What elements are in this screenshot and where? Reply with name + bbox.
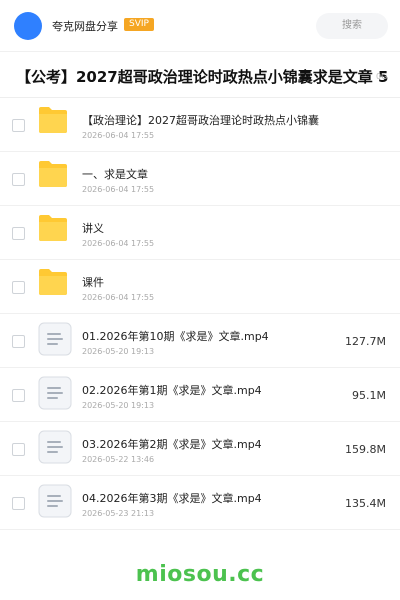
file-size: 127.7M [345, 335, 386, 348]
folder-row[interactable]: 讲义 2026-06-04 17:55 [0, 206, 400, 260]
folder-icon [38, 106, 72, 140]
file-date: 2026-05-20 19:13 [82, 347, 155, 356]
page-title: 【公考】2027超哥政治理论时政热点小锦囊求是文章 5 [16, 68, 389, 86]
video-file-icon [38, 484, 72, 518]
file-date: 2026-06-04 17:55 [82, 239, 155, 248]
file-name[interactable]: 02.2026年第1期《求是》文章.mp4 [82, 382, 262, 398]
file-row[interactable]: 02.2026年第1期《求是》文章.mp4 2026-05-20 19:13 95.… [0, 368, 400, 422]
row-checkbox[interactable] [12, 227, 25, 240]
folder-icon [38, 268, 72, 302]
row-checkbox[interactable] [12, 281, 25, 294]
folder-row[interactable]: 课件 2026-06-04 17:55 [0, 260, 400, 314]
file-size: 159.8M [345, 443, 386, 456]
video-file-icon [38, 430, 72, 464]
folder-row[interactable]: 一、求是文章 2026-06-04 17:55 [0, 152, 400, 206]
file-size: 135.4M [345, 497, 386, 510]
file-row[interactable]: 04.2026年第3期《求是》文章.mp4 2026-05-23 21:13 135… [0, 476, 400, 530]
row-checkbox[interactable] [12, 119, 25, 132]
video-file-icon [38, 376, 72, 410]
row-checkbox[interactable] [12, 389, 25, 402]
title-bar: 【公考】2027超哥政治理论时政热点小锦囊求是文章 5 0G [0, 52, 400, 98]
svip-badge: SVIP [124, 18, 154, 31]
avatar[interactable] [14, 12, 42, 40]
file-name[interactable]: 一、求是文章 [82, 166, 148, 182]
file-size: 95.1M [352, 389, 386, 402]
file-name[interactable]: 01.2026年第10期《求是》文章.mp4 [82, 328, 269, 344]
file-list: 【政治理论】2027超哥政治理论时政热点小锦囊 2026-06-04 17:55 一… [0, 98, 400, 530]
file-date: 2026-06-04 17:55 [82, 185, 155, 194]
video-file-icon [38, 322, 72, 356]
file-name[interactable]: 课件 [82, 274, 104, 290]
file-name[interactable]: 讲义 [82, 220, 104, 236]
username: 夸克网盘分享 [52, 20, 118, 33]
row-checkbox[interactable] [12, 173, 25, 186]
file-name[interactable]: 【政治理论】2027超哥政治理论时政热点小锦囊 [82, 112, 319, 128]
file-date: 2026-06-04 17:55 [82, 131, 155, 140]
app-header: 夸克网盘分享 SVIP 搜索 [0, 0, 400, 52]
file-date: 2026-05-23 21:13 [82, 509, 155, 518]
file-name[interactable]: 04.2026年第3期《求是》文章.mp4 [82, 490, 262, 506]
file-date: 2026-06-04 17:55 [82, 293, 155, 302]
search-button[interactable]: 搜索 [316, 13, 388, 39]
file-row[interactable]: 03.2026年第2期《求是》文章.mp4 2026-05-22 13:46 159… [0, 422, 400, 476]
row-checkbox[interactable] [12, 443, 25, 456]
folder-icon [38, 214, 72, 248]
file-date: 2026-05-22 13:46 [82, 455, 155, 464]
file-row[interactable]: 01.2026年第10期《求是》文章.mp4 2026-05-20 19:13 12… [0, 314, 400, 368]
file-name[interactable]: 03.2026年第2期《求是》文章.mp4 [82, 436, 262, 452]
folder-icon [38, 160, 72, 194]
watermark: miosou.cc [135, 562, 265, 587]
row-checkbox[interactable] [12, 335, 25, 348]
title-suffix: 0G [376, 72, 388, 81]
file-date: 2026-05-20 19:13 [82, 401, 155, 410]
folder-row[interactable]: 【政治理论】2027超哥政治理论时政热点小锦囊 2026-06-04 17:55 [0, 98, 400, 152]
row-checkbox[interactable] [12, 497, 25, 510]
